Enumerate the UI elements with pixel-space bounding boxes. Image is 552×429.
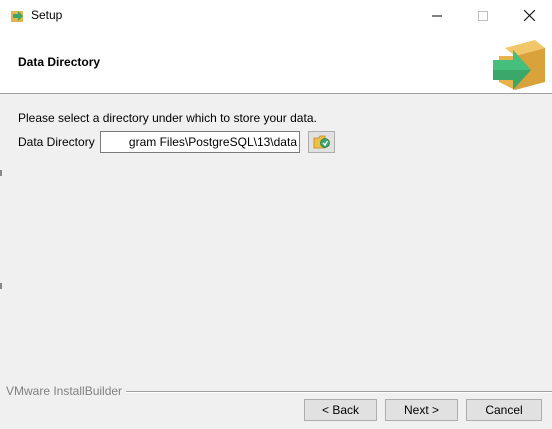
installbuilder-brand: VMware InstallBuilder xyxy=(6,384,127,398)
maximize-icon xyxy=(478,10,488,21)
browse-button[interactable] xyxy=(308,131,335,153)
title-bar: Setup xyxy=(0,0,552,31)
folder-browse-icon xyxy=(313,135,330,149)
installer-logo-icon xyxy=(493,40,545,90)
back-button[interactable]: < Back xyxy=(304,399,377,421)
window-title: Setup xyxy=(31,8,63,22)
left-edge-mark xyxy=(0,170,2,176)
page-title: Data Directory xyxy=(18,55,101,69)
close-icon xyxy=(523,10,535,21)
minimize-button[interactable] xyxy=(414,0,460,31)
left-edge-mark xyxy=(0,283,2,289)
minimize-icon xyxy=(432,15,442,16)
cancel-button[interactable]: Cancel xyxy=(466,399,542,421)
page-header: Data Directory xyxy=(0,31,552,94)
instruction-text: Please select a directory under which to… xyxy=(18,111,317,125)
installer-icon xyxy=(11,11,23,22)
data-directory-label: Data Directory xyxy=(18,135,95,149)
maximize-button[interactable] xyxy=(460,0,506,31)
next-button[interactable]: Next > xyxy=(385,399,458,421)
data-directory-value: gram Files\PostgreSQL\13\data xyxy=(128,135,297,149)
close-button[interactable] xyxy=(506,0,552,31)
data-directory-input[interactable]: gram Files\PostgreSQL\13\data xyxy=(100,131,300,153)
